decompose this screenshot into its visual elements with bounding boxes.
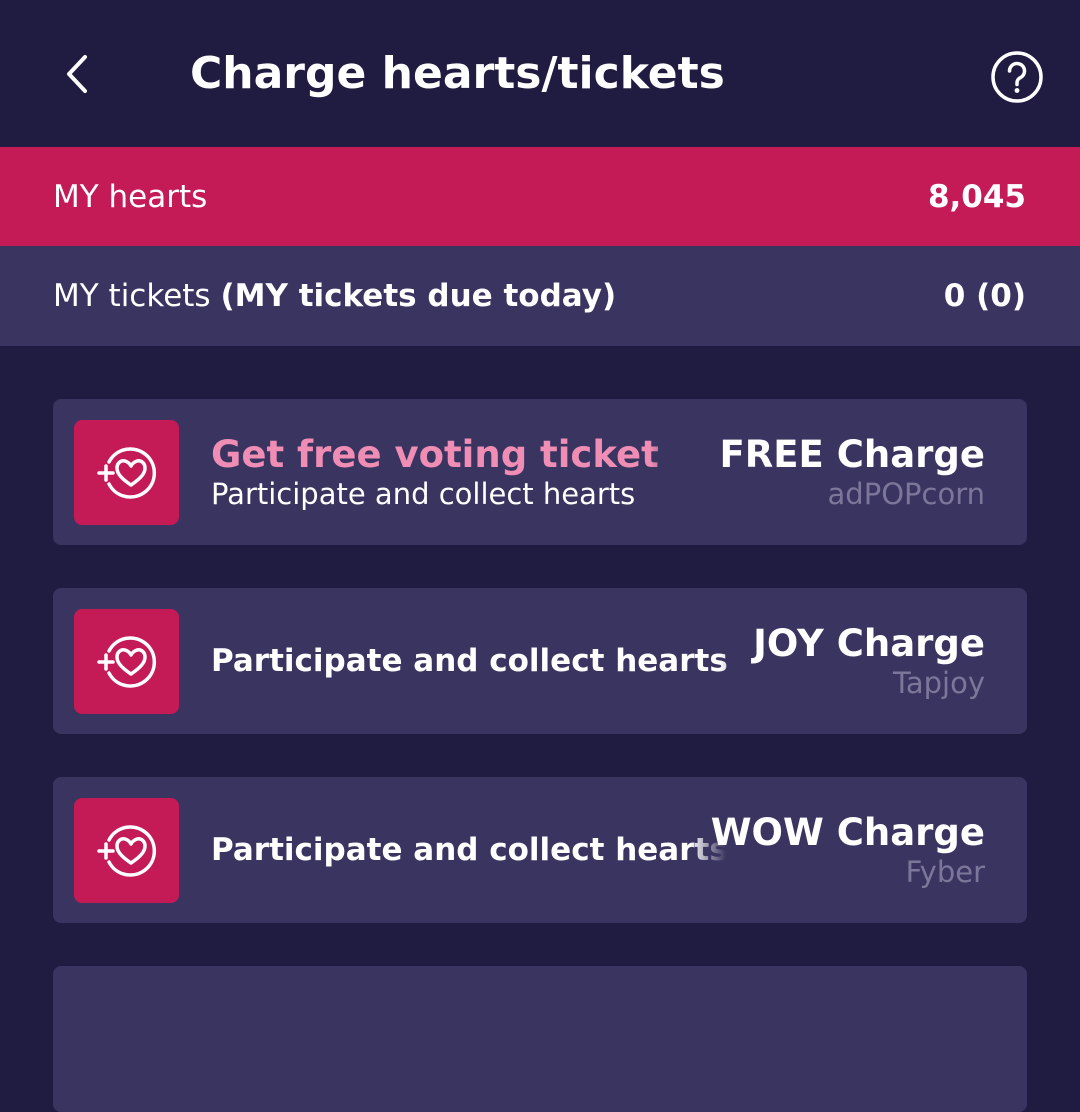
my-hearts-label: MY hearts — [53, 178, 208, 215]
back-button[interactable] — [52, 50, 100, 98]
my-tickets-row: MY tickets (MY tickets due today) 0 (0) — [0, 246, 1080, 346]
page-title: Charge hearts/tickets — [190, 48, 725, 99]
my-tickets-label: MY tickets — [53, 278, 211, 314]
add-heart-icon — [96, 446, 156, 499]
card-promo-title: Get free voting ticket — [211, 433, 659, 476]
card-charge-name: FREE Charge — [719, 433, 986, 476]
card-description: Participate and collect hearts — [211, 477, 636, 511]
card-text: Get free voting ticket Participate and c… — [211, 433, 686, 511]
charge-card-next[interactable] — [53, 966, 1027, 1112]
card-text: Participate and collect hearts — [211, 641, 756, 681]
help-button[interactable] — [990, 50, 1044, 104]
my-tickets-label-group: MY tickets (MY tickets due today) — [53, 278, 616, 314]
my-tickets-due-label: (MY tickets due today) — [220, 278, 617, 314]
card-brand: JOY Charge Tapjoy — [753, 622, 985, 700]
help-circle-icon — [991, 51, 1043, 103]
card-provider: Tapjoy — [892, 666, 985, 700]
top-app-bar: Charge hearts/tickets — [0, 0, 1080, 147]
card-provider: adPOPcorn — [827, 477, 985, 511]
my-tickets-count: 0 (0) — [943, 278, 1026, 314]
my-hearts-count: 8,045 — [927, 178, 1026, 215]
card-charge-name: WOW Charge — [710, 811, 985, 854]
chevron-left-icon — [67, 55, 87, 93]
card-brand: FREE Charge adPOPcorn — [720, 433, 986, 511]
card-brand: WOW Charge Fyber — [711, 811, 985, 889]
charge-card-free[interactable]: Get free voting ticket Participate and c… — [53, 399, 1027, 545]
charge-icon-tile — [74, 609, 179, 714]
add-heart-icon — [96, 824, 156, 877]
charge-icon-tile — [74, 420, 179, 525]
my-hearts-row: MY hearts 8,045 — [0, 147, 1080, 246]
charge-card-joy[interactable]: Participate and collect hearts JOY Charg… — [53, 588, 1027, 734]
card-text: Participate and collect hearts — [211, 830, 726, 870]
card-description: Participate and collect hearts — [211, 832, 726, 868]
card-charge-name: JOY Charge — [753, 622, 985, 665]
add-heart-icon — [96, 635, 156, 688]
card-provider: Fyber — [905, 855, 985, 889]
charge-card-wow[interactable]: Participate and collect hearts WOW Charg… — [53, 777, 1027, 923]
charge-icon-tile — [74, 798, 179, 903]
card-description: Participate and collect hearts — [211, 643, 728, 679]
